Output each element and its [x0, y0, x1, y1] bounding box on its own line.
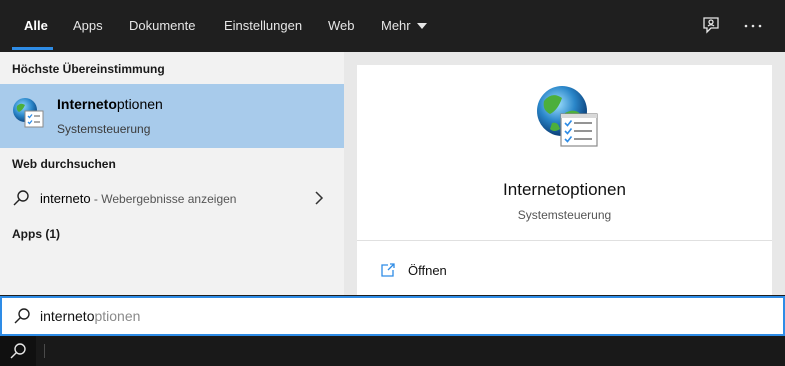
tab-dokumente[interactable]: Dokumente	[129, 18, 195, 33]
tab-apps[interactable]: Apps	[73, 18, 103, 33]
search-scope-tabs-bar: Alle Apps Dokumente Einstellungen Web Me…	[0, 0, 785, 52]
results-list: Höchste Übereinstimmung Internetoptionen…	[0, 52, 344, 295]
text-cursor	[44, 344, 45, 358]
web-search-hint: - Webergebnisse anzeigen	[90, 192, 237, 206]
best-match-header: Höchste Übereinstimmung	[12, 62, 165, 76]
best-match-result[interactable]: Internetoptionen Systemsteuerung	[0, 84, 344, 148]
tab-mehr-label: Mehr	[381, 18, 411, 33]
search-input[interactable]: internetoptionen	[40, 308, 740, 324]
active-tab-indicator	[12, 47, 53, 50]
open-external-icon	[380, 262, 396, 278]
taskbar	[0, 336, 785, 366]
search-icon	[13, 307, 31, 325]
search-icon[interactable]	[9, 342, 27, 360]
apps-header[interactable]: Apps (1)	[12, 227, 60, 241]
tab-alle[interactable]: Alle	[24, 18, 48, 33]
search-typed-text: interneto	[40, 308, 95, 324]
preview-divider	[357, 240, 772, 241]
search-icon	[12, 189, 30, 207]
best-match-subtitle: Systemsteuerung	[57, 122, 151, 136]
web-search-term: interneto - Webergebnisse anzeigen	[40, 191, 236, 206]
best-match-title: Internetoptionen	[57, 96, 163, 112]
web-search-header: Web durchsuchen	[12, 157, 116, 171]
preview-card: Internetoptionen Systemsteuerung Öffnen	[357, 65, 772, 295]
result-preview-pane: Internetoptionen Systemsteuerung Öffnen	[344, 52, 785, 295]
tab-mehr[interactable]: Mehr	[381, 18, 427, 33]
more-options-icon[interactable]	[741, 14, 765, 38]
internet-options-globe-icon	[11, 96, 45, 130]
tab-web[interactable]: Web	[328, 18, 355, 33]
web-search-query: interneto	[40, 191, 91, 206]
best-match-title-bold: Interneto	[57, 96, 117, 112]
preview-subtitle: Systemsteuerung	[517, 208, 612, 222]
taskbar-search-field[interactable]	[36, 336, 785, 366]
search-box[interactable]: internetoptionen	[0, 296, 785, 336]
internet-options-globe-icon	[532, 83, 602, 153]
preview-title: Internetoptionen	[503, 180, 626, 199]
tab-einstellungen[interactable]: Einstellungen	[224, 18, 302, 33]
chevron-down-icon	[416, 22, 427, 29]
search-autocomplete-text: ptionen	[94, 308, 141, 324]
web-search-result[interactable]: interneto - Webergebnisse anzeigen	[0, 185, 344, 213]
open-action-label: Öffnen	[408, 263, 447, 278]
feedback-icon[interactable]	[699, 14, 723, 38]
open-action-button[interactable]: Öffnen	[380, 260, 500, 282]
best-match-title-rest: ptionen	[116, 96, 163, 112]
chevron-right-icon[interactable]	[314, 191, 324, 205]
windows-search-window: Alle Apps Dokumente Einstellungen Web Me…	[0, 0, 785, 366]
